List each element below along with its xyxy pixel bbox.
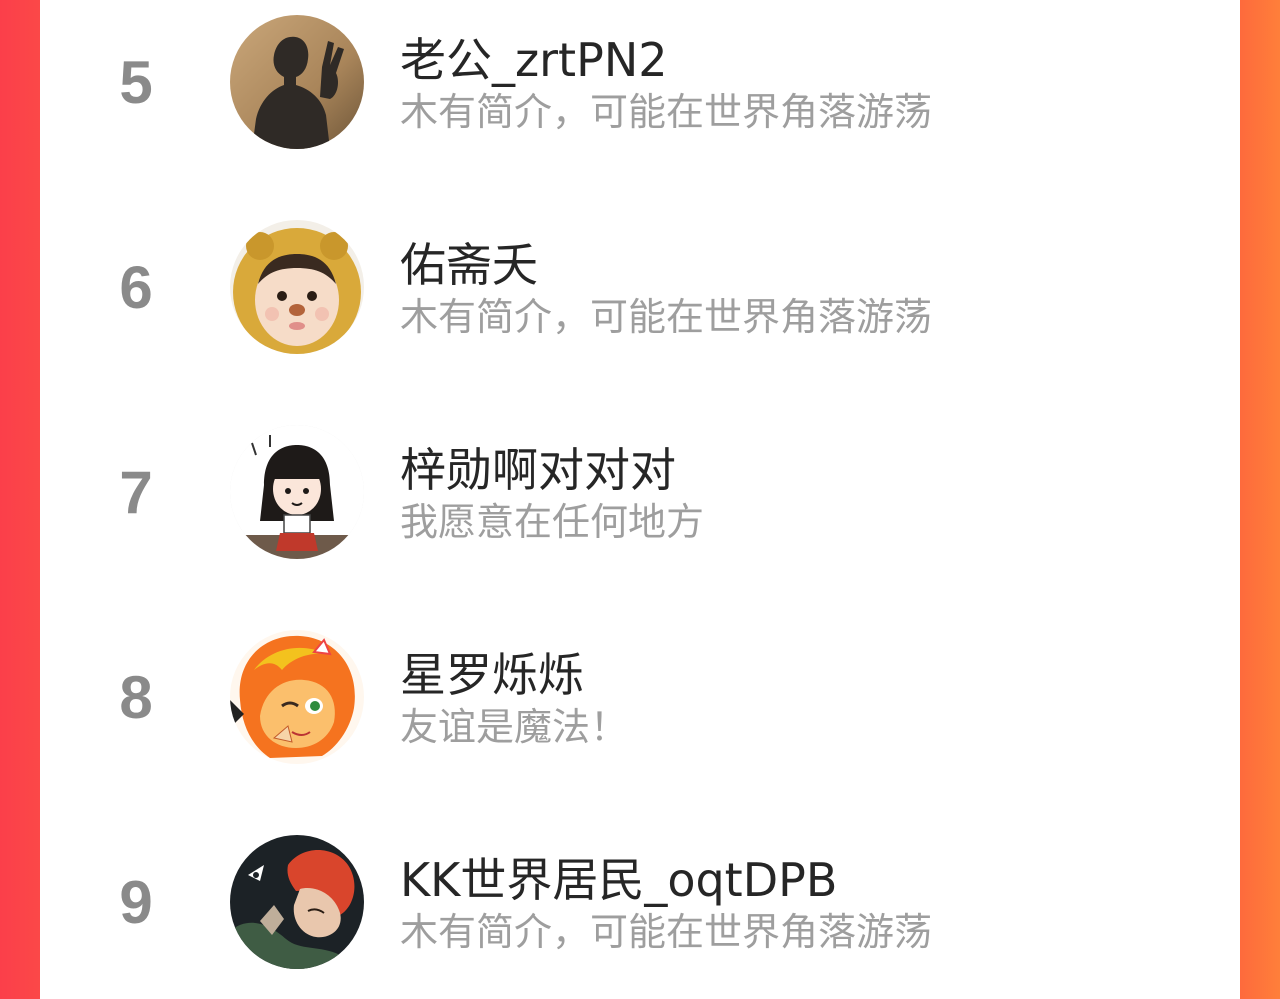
username[interactable]: 佑斋夭 bbox=[400, 238, 538, 292]
rank-number: 6 bbox=[119, 254, 153, 321]
username[interactable]: KK世界居民_oqtDPB bbox=[400, 853, 837, 907]
silhouette-peace-sign-avatar[interactable] bbox=[230, 15, 364, 149]
child-yellow-hood-avatar[interactable] bbox=[230, 220, 364, 354]
rank-number: 5 bbox=[119, 49, 153, 116]
ranking-row[interactable]: 7 梓勋啊对对对 我愿意在任何地方 bbox=[41, 423, 1239, 573]
ranking-row[interactable]: 9 KK世界居民_oqtDPB 木有简介，可能在世界角落游荡 bbox=[41, 833, 1239, 983]
user-bio: 木有简介，可能在世界角落游荡 bbox=[400, 910, 933, 954]
user-bio: 友谊是魔法！ bbox=[400, 705, 629, 749]
rank-number: 8 bbox=[119, 664, 153, 731]
rank-number: 7 bbox=[119, 459, 153, 526]
username[interactable]: 星罗烁烁 bbox=[400, 648, 584, 702]
anime-pony-girl-avatar[interactable] bbox=[230, 630, 364, 764]
ranking-row[interactable]: 6 佑斋夭 木有简介，可能在世界角落游荡 bbox=[41, 218, 1239, 368]
cartoon-girl-sticker-avatar[interactable] bbox=[230, 425, 364, 559]
ranking-row[interactable]: 5 老公_zrtPN2 木有简介，可能在世界角落游荡 bbox=[41, 13, 1239, 163]
ranking-row[interactable]: 8 星罗烁烁 友谊是魔法！ bbox=[41, 628, 1239, 778]
ranking-list: 5 老公_zrtPN2 木有简介，可能在世界角落游荡 6 佑斋夭 木有简介，可能… bbox=[41, 0, 1239, 999]
rank-number: 9 bbox=[119, 869, 153, 936]
user-bio: 我愿意在任何地方 bbox=[400, 500, 705, 544]
user-bio: 木有简介，可能在世界角落游荡 bbox=[400, 295, 933, 339]
red-hair-anime-avatar[interactable] bbox=[230, 835, 364, 969]
username[interactable]: 老公_zrtPN2 bbox=[400, 33, 668, 87]
username[interactable]: 梓勋啊对对对 bbox=[400, 443, 676, 497]
user-bio: 木有简介，可能在世界角落游荡 bbox=[400, 90, 933, 134]
